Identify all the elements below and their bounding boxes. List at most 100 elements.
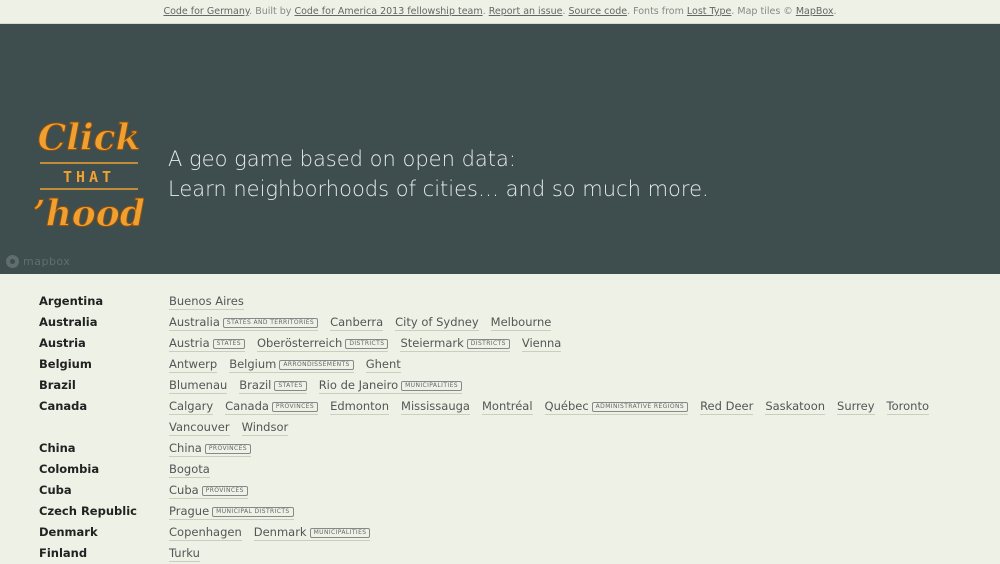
city-link[interactable]: Prague Municipal districts (169, 504, 294, 520)
city-name: Rio de Janeiro (318, 378, 399, 392)
city-link[interactable]: Austria States (169, 336, 245, 352)
city-name: Calgary (169, 399, 214, 413)
city-name: Blumenau (169, 378, 228, 392)
city-list: Calgary Canada Provinces Edmonton Mississaug… (169, 396, 949, 438)
city-name: Denmark (253, 525, 307, 539)
city-name: Saskatoon (765, 399, 826, 413)
city-list: Austria States Oberösterreich Districts Stei… (169, 333, 949, 354)
city-link[interactable]: Bogota (169, 462, 210, 478)
city-link[interactable]: Melbourne (490, 315, 552, 331)
city-name: Vienna (521, 336, 562, 350)
source-code-link[interactable]: Source code (569, 6, 628, 17)
city-name: China (169, 441, 202, 455)
city-list: Bogota (169, 459, 949, 480)
city-name: Vancouver (169, 420, 230, 434)
city-name: Copenhagen (169, 525, 242, 539)
logo-line-that: THAT (63, 168, 115, 186)
city-link[interactable]: Red Deer (700, 399, 754, 415)
cfa-team-link[interactable]: Code for America 2013 fellowship team (294, 6, 482, 17)
city-link[interactable]: Saskatoon (765, 399, 826, 415)
city-link[interactable]: Mississauga (401, 399, 470, 415)
city-name: Melbourne (490, 315, 552, 329)
region-type-badge: Provinces (271, 402, 319, 412)
country-name: Czech Republic (39, 504, 137, 518)
country-name: Belgium (39, 357, 92, 371)
city-name: Québec (544, 399, 589, 413)
mapbox-icon (6, 255, 19, 268)
city-name: Prague (169, 504, 210, 518)
city-list: Turku (169, 543, 949, 564)
city-link[interactable]: Antwerp (169, 357, 218, 373)
region-type-badge: Districts (345, 339, 389, 349)
city-link[interactable]: Blumenau (169, 378, 228, 394)
city-link[interactable]: Windsor (241, 420, 289, 436)
country-row: Argentina Buenos Aires (0, 291, 1000, 312)
city-link[interactable]: Calgary (169, 399, 214, 415)
city-list: Antwerp Belgium Arrondissements Ghent (169, 354, 949, 375)
city-link[interactable]: Australia States and territories (169, 315, 319, 331)
city-list: Australia States and territories Canberra C… (169, 312, 949, 333)
city-link[interactable]: Steiermark Districts (400, 336, 510, 352)
credits-text: . (833, 6, 837, 17)
city-list: Cuba Provinces (169, 480, 949, 501)
city-link[interactable]: Turku (169, 546, 200, 562)
mapbox-link[interactable]: MapBox (796, 6, 834, 17)
city-link[interactable]: Cuba Provinces (169, 483, 248, 499)
country-row: Cuba Cuba Provinces (0, 480, 1000, 501)
city-name: Bogota (169, 462, 210, 476)
country-row: Austria Austria States Oberösterreich Distri… (0, 333, 1000, 354)
city-link[interactable]: Belgium Arrondissements (229, 357, 354, 373)
city-link[interactable]: Ghent (365, 357, 401, 373)
country-name: Colombia (39, 462, 100, 476)
country-row: China China Provinces (0, 438, 1000, 459)
region-type-badge: Arrondissements (279, 360, 354, 370)
report-issue-link[interactable]: Report an issue (489, 6, 563, 17)
city-link[interactable]: Brazil States (239, 378, 307, 394)
country-name: Brazil (39, 378, 76, 392)
city-name: Red Deer (700, 399, 754, 413)
click-that-hood-logo: Click THAT ’hood (34, 117, 144, 236)
lost-type-link[interactable]: Lost Type (687, 6, 731, 17)
city-list: China Provinces (169, 438, 949, 459)
city-name: Turku (169, 546, 200, 560)
country-name: Austria (39, 336, 86, 350)
country-row: Denmark Copenhagen Denmark Municipalities (0, 522, 1000, 543)
country-row: Colombia Bogota (0, 459, 1000, 480)
city-link[interactable]: Québec Administrative regions (544, 399, 689, 415)
city-link[interactable]: Canberra (330, 315, 384, 331)
city-link[interactable]: Copenhagen (169, 525, 242, 541)
city-link[interactable]: Rio de Janeiro Municipalities (318, 378, 462, 394)
code-for-germany-link[interactable]: Code for Germany (163, 6, 249, 17)
city-link[interactable]: Surrey (837, 399, 875, 415)
city-link[interactable]: China Provinces (169, 441, 252, 457)
region-type-badge: Provinces (201, 486, 248, 496)
city-link[interactable]: Canada Provinces (225, 399, 319, 415)
region-type-badge: Provinces (204, 444, 252, 454)
city-link[interactable]: Toronto (886, 399, 929, 415)
city-link[interactable]: Montréal (481, 399, 533, 415)
city-name: Steiermark (400, 336, 464, 350)
region-type-badge: Municipalities (401, 381, 462, 391)
city-name: Cuba (169, 483, 199, 497)
credits-text: . Fonts from (627, 6, 687, 17)
mapbox-attribution[interactable]: mapbox (6, 255, 70, 268)
city-name: Oberösterreich (256, 336, 343, 350)
region-type-badge: Administrative regions (591, 402, 689, 412)
city-link[interactable]: Oberösterreich Districts (256, 336, 389, 352)
city-name: Toronto (886, 399, 929, 413)
credits-text: . Map tiles © (731, 6, 796, 17)
city-link[interactable]: Buenos Aires (169, 294, 244, 310)
city-name: Montréal (481, 399, 533, 413)
city-link[interactable]: Denmark Municipalities (253, 525, 371, 541)
tagline-line-1: A geo game based on open data: (168, 147, 516, 171)
city-link[interactable]: Vienna (521, 336, 562, 352)
city-link[interactable]: Edmonton (330, 399, 390, 415)
country-name: Cuba (39, 483, 72, 497)
city-link[interactable]: Vancouver (169, 420, 230, 436)
region-type-badge: States and territories (222, 318, 319, 328)
city-list: Copenhagen Denmark Municipalities (169, 522, 949, 543)
mapbox-label: mapbox (23, 255, 71, 268)
city-link[interactable]: City of Sydney (395, 315, 479, 331)
country-name: Denmark (39, 525, 98, 539)
country-row: Brazil Blumenau Brazil States Rio de Janeiro… (0, 375, 1000, 396)
